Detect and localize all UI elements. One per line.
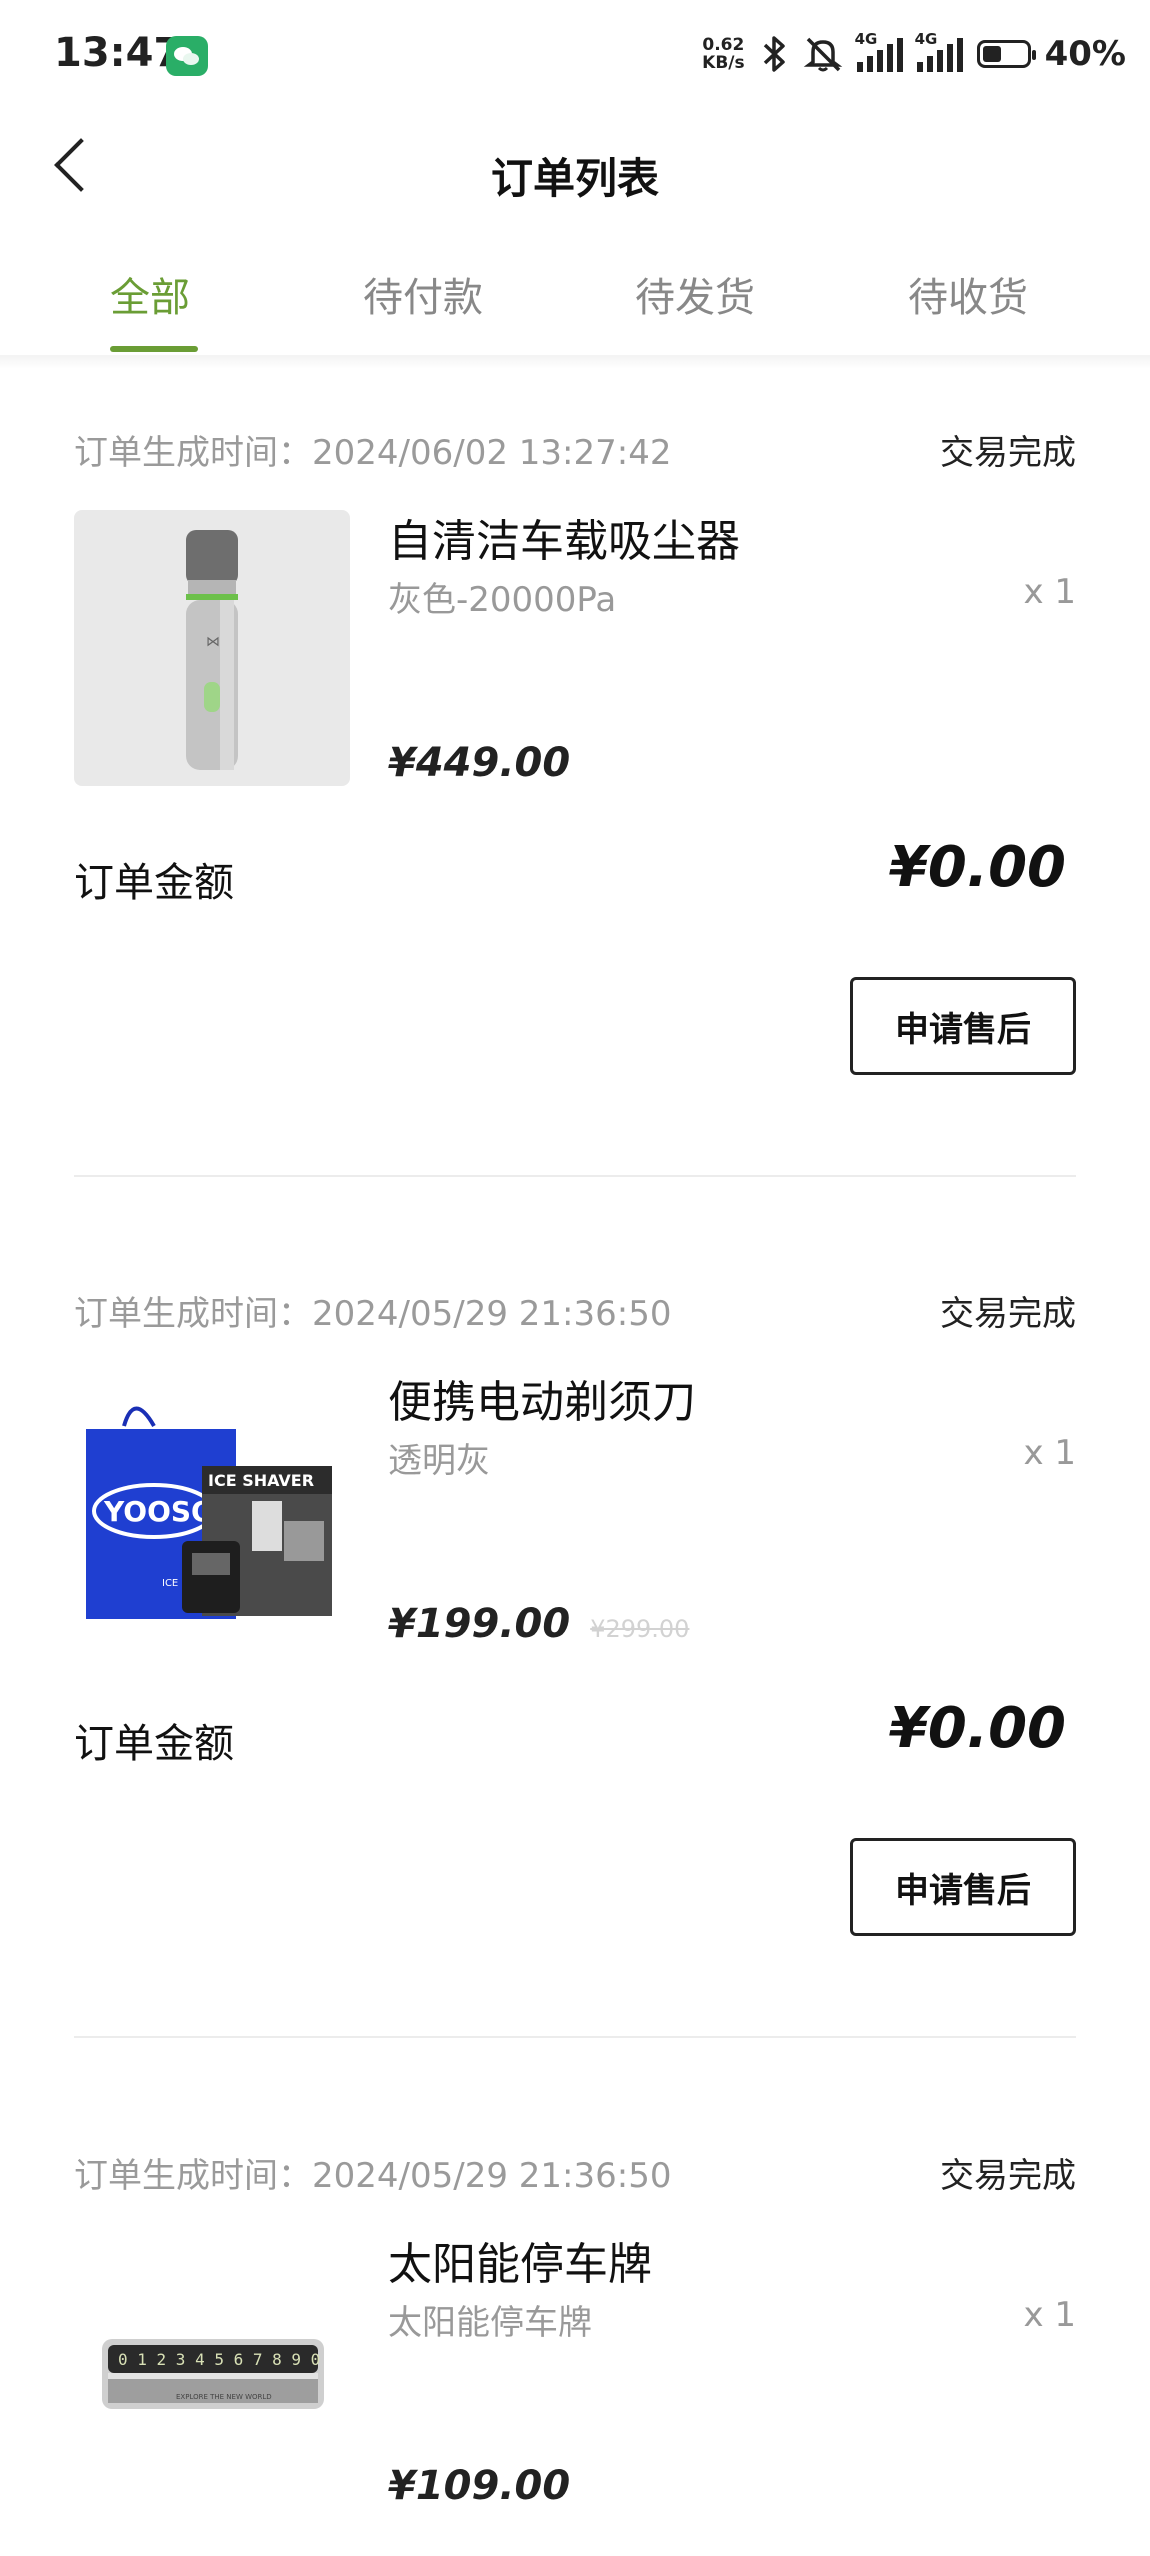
product-quantity: x 1 [1023, 1433, 1076, 1473]
status-indicators: 0.62 KB/s 4G 4G 40% [702, 28, 1126, 80]
product-image-parking-plate[interactable]: 0 1 2 3 4 5 6 7 8 9 0 EXPLORE THE NEW WO… [74, 2233, 350, 2509]
product-price: ¥109.00 [388, 2463, 570, 2509]
tab-all[interactable]: 全部 [110, 265, 190, 323]
plate-caption: EXPLORE THE NEW WORLD [176, 2393, 272, 2401]
network-speed: 0.62 KB/s [702, 36, 744, 72]
product-quantity: x 1 [1023, 572, 1076, 612]
product-quantity: x 1 [1023, 2295, 1076, 2335]
order-amount: ¥0.00 [888, 835, 1066, 900]
network-speed-value: 0.62 [702, 35, 745, 55]
signal-type-label: 4G [914, 30, 938, 48]
product-name: 便携电动剃须刀 [388, 1377, 696, 1428]
shaver-illustration: YOOSO ICE SHAVER ICE SHAVER [86, 1406, 332, 1619]
vacuum-logo: ⋈ [206, 634, 220, 650]
product-price-value: ¥199.00 [388, 1601, 571, 1647]
order-status: 交易完成 [940, 2156, 1076, 2196]
tab-pending-receipt[interactable]: 待收货 [908, 265, 1028, 323]
product-price-value: ¥449.00 [388, 740, 571, 786]
product-price: ¥199.00 ¥299.00 [388, 1601, 689, 1647]
tab-pending-shipment[interactable]: 待发货 [635, 265, 755, 323]
order-amount-label: 订单金额 [74, 1721, 234, 1767]
battery-icon [976, 40, 1036, 68]
signal-icon-2: 4G [915, 30, 963, 72]
product-price-value: ¥109.00 [388, 2463, 571, 2509]
shaver-box-text: ICE SHAVER [208, 1471, 314, 1490]
parking-plate-illustration: 0 1 2 3 4 5 6 7 8 9 0 EXPLORE THE NEW WO… [102, 2339, 324, 2409]
signal-type-label: 4G [854, 30, 878, 48]
order-status: 交易完成 [940, 1294, 1076, 1334]
status-bar: 13:47 0.62 KB/s 4G 4G 40% [0, 0, 1150, 110]
order-divider [74, 2036, 1076, 2038]
product-name: 太阳能停车牌 [388, 2239, 652, 2290]
order-amount: ¥0.00 [888, 1696, 1066, 1761]
vacuum-illustration: ⋈ [186, 530, 238, 770]
order-amount-label: 订单金额 [74, 860, 234, 906]
order-status: 交易完成 [940, 433, 1076, 473]
product-image-vacuum[interactable]: ⋈ [74, 510, 350, 786]
product-spec: 灰色-20000Pa [388, 580, 617, 620]
network-speed-unit: KB/s [702, 53, 745, 73]
product-spec: 太阳能停车牌 [388, 2303, 592, 2343]
battery-percent: 40% [1044, 34, 1126, 74]
after-sales-button[interactable]: 申请售后 [850, 1838, 1076, 1936]
wechat-notification-icon [166, 36, 208, 76]
order-tabs: 全部 待付款 待发货 待收货 [0, 235, 1150, 355]
product-image-shaver[interactable]: YOOSO ICE SHAVER ICE SHAVER [74, 1371, 350, 1647]
product-spec: 透明灰 [388, 1441, 490, 1481]
navigation-bar: 订单列表 [0, 110, 1150, 235]
order-time: 订单生成时间：2024/05/29 21:36:50 [74, 2156, 672, 2196]
after-sales-button[interactable]: 申请售后 [850, 977, 1076, 1075]
order-divider [74, 1175, 1076, 1177]
page-title: 订单列表 [490, 154, 659, 203]
order-time: 订单生成时间：2024/05/29 21:36:50 [74, 1294, 672, 1334]
product-price: ¥449.00 [388, 740, 570, 786]
bluetooth-icon [763, 36, 785, 72]
mute-bell-icon [803, 37, 842, 72]
plate-digits: 0 1 2 3 4 5 6 7 8 9 0 [118, 2350, 320, 2369]
product-name: 自清洁车载吸尘器 [388, 516, 740, 567]
active-tab-indicator [110, 346, 198, 352]
signal-icon-1: 4G [855, 30, 903, 72]
status-time: 13:47 [54, 30, 182, 76]
order-time: 订单生成时间：2024/06/02 13:27:42 [74, 433, 672, 473]
original-price: ¥299.00 [590, 1615, 690, 1643]
shaver-bag-text: YOOSO [103, 1495, 215, 1528]
tab-pending-payment[interactable]: 待付款 [363, 265, 483, 323]
tabs-shadow [0, 355, 1150, 369]
